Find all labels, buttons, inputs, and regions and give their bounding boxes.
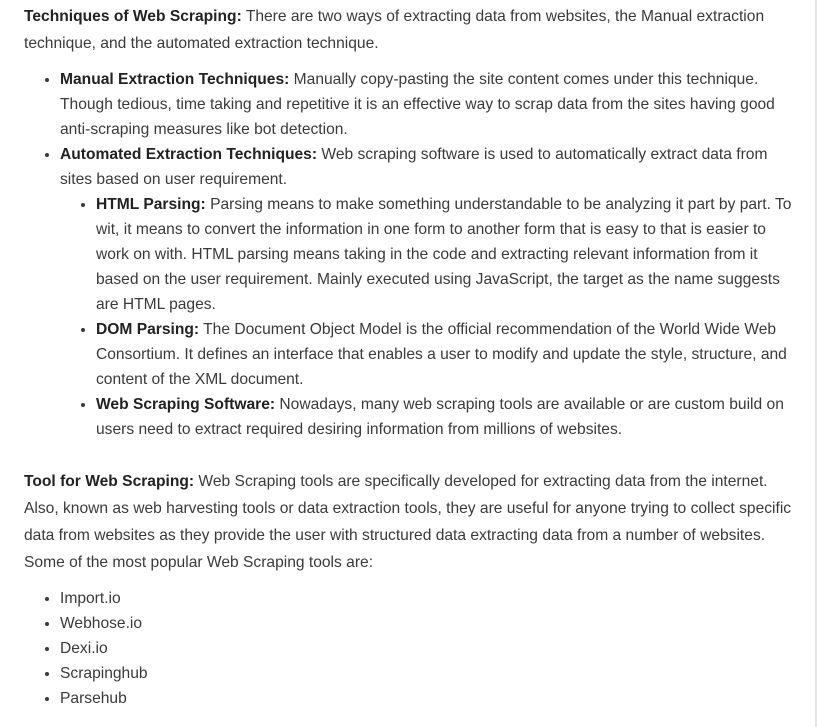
list-item-html-parsing: HTML Parsing: Parsing means to make some… (96, 192, 794, 317)
list-item-tool: Scrapinghub (60, 661, 794, 686)
list-item-tool: Parsehub (60, 686, 794, 711)
article-content: Techniques of Web Scraping: There are tw… (24, 3, 794, 711)
techniques-paragraph: Techniques of Web Scraping: There are tw… (24, 3, 794, 57)
web-scraping-software-label: Web Scraping Software: (96, 396, 276, 413)
list-item-dom-parsing: DOM Parsing: The Document Object Model i… (96, 317, 794, 392)
tools-list: Import.io Webhose.io Dexi.io Scrapinghub… (24, 586, 794, 711)
tools-heading: Tool for Web Scraping: (24, 473, 195, 490)
list-item-tool: Webhose.io (60, 611, 794, 636)
techniques-heading: Techniques of Web Scraping: (24, 8, 242, 25)
dom-parsing-text: The Document Object Model is the officia… (96, 321, 787, 388)
list-item-automated-extraction: Automated Extraction Techniques: Web scr… (60, 142, 794, 442)
list-item-tool: Dexi.io (60, 636, 794, 661)
manual-extraction-label: Manual Extraction Techniques: (60, 71, 290, 88)
list-item-manual-extraction: Manual Extraction Techniques: Manually c… (60, 67, 794, 142)
html-parsing-label: HTML Parsing: (96, 196, 206, 213)
html-parsing-text: Parsing means to make something understa… (96, 196, 792, 313)
list-item-tool: Import.io (60, 586, 794, 611)
automated-subtechniques-list: HTML Parsing: Parsing means to make some… (60, 192, 794, 442)
tools-paragraph: Tool for Web Scraping: Web Scraping tool… (24, 468, 794, 576)
automated-extraction-label: Automated Extraction Techniques: (60, 146, 318, 163)
dom-parsing-label: DOM Parsing: (96, 321, 200, 338)
techniques-list: Manual Extraction Techniques: Manually c… (24, 67, 794, 442)
list-item-web-scraping-software: Web Scraping Software: Nowadays, many we… (96, 392, 794, 442)
